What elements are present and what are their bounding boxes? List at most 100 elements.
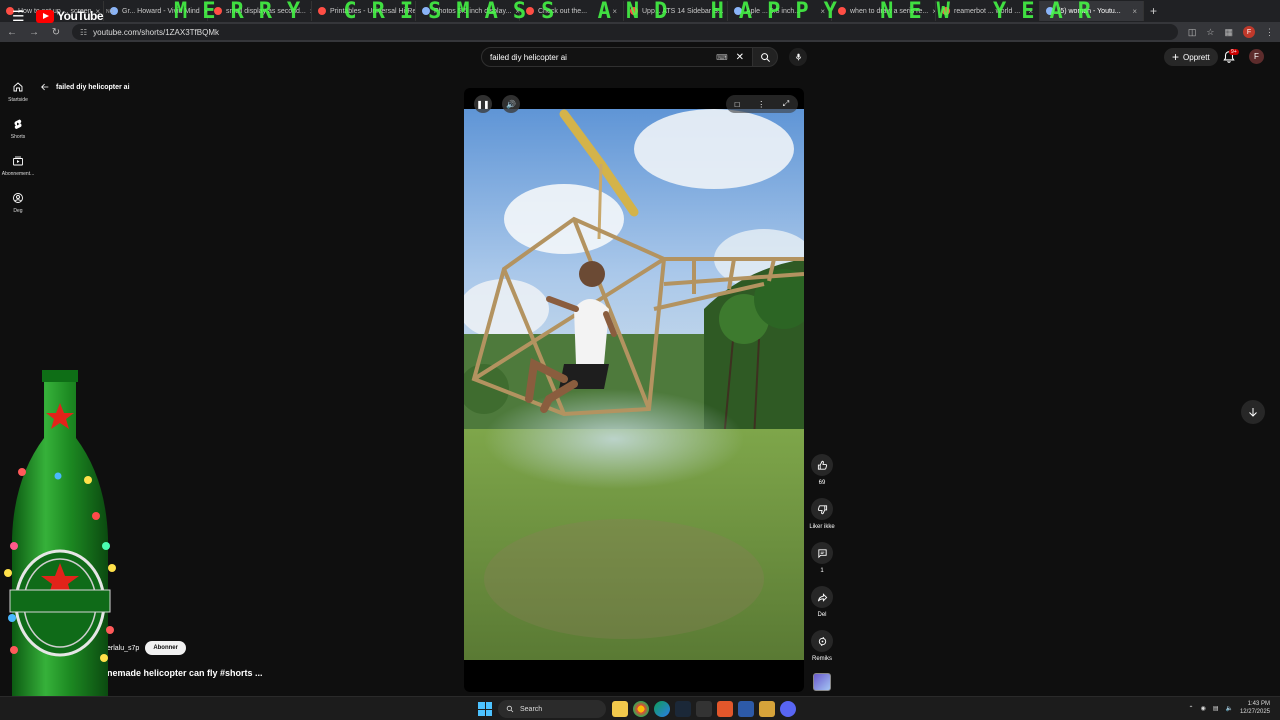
video-frame [464,109,804,660]
keyboard-icon[interactable]: ⌨ [716,53,728,62]
network-icon[interactable]: ▤ [1213,705,1219,712]
tab-close-icon[interactable]: × [1028,7,1033,16]
search-icon [506,705,514,713]
edge-icon[interactable] [654,701,670,717]
pause-icon: ❚❚ [476,99,490,109]
tab-title: Upp... ATS 14 Sidebar S... [642,7,724,15]
beer-bottle-sticker [4,370,116,710]
comment-count: 1 [820,568,824,574]
back-to-search[interactable]: failed diy helicopter ai [40,82,130,92]
tab-title: Check out the... [538,7,588,15]
sidebar-item-home[interactable]: Startside [0,78,36,115]
browser-tabstrip: How to set up ... screen × Gr... Howard - … [0,0,1280,22]
next-short-button[interactable] [1241,400,1265,424]
forward-arrow-icon[interactable]: → [28,27,40,38]
tab-title: Photos 5.5 inch display... [434,7,512,15]
subscribe-button[interactable]: Abonner [145,641,186,655]
youtube-logo[interactable]: YouTube NO [36,9,114,23]
tab-close-icon[interactable]: × [820,7,825,16]
tab-favicon-icon [838,7,846,15]
browser-tab[interactable]: small display as second...× [208,1,312,21]
back-arrow-icon[interactable]: ← [6,27,18,38]
browser-tab[interactable]: (5) woman - Youtu... × [1040,1,1144,21]
audio-thumbnail[interactable] [813,673,831,691]
browser-menu-icon[interactable]: ⋮ [1265,27,1274,38]
sidebar-item-label: Startside [8,97,28,103]
taskbar-clock[interactable]: 1:43 PM 12/27/2025 [1240,700,1270,716]
remix-label: Remiks [811,656,832,662]
sidebar-item-subscriptions[interactable]: Abonnement... [0,152,36,189]
thumbs-up-icon [817,460,827,470]
new-tab-icon[interactable]: + [1144,4,1163,18]
browser-tab[interactable]: Photos 5.5 inch display... × [416,1,520,21]
tab-favicon-icon [1046,7,1054,15]
subscriptions-icon [13,156,23,166]
menu-icon[interactable]: ☰ [12,8,25,25]
search-button[interactable] [752,47,778,67]
app-pen-icon[interactable] [759,701,775,717]
player-top-right-controls: □ ⋮ ⤢ [726,95,798,113]
extensions-icon[interactable]: ▦ [1224,27,1233,38]
url-text: youtube.com/shorts/1ZAX3TfBQMk [93,27,219,37]
browser-tab[interactable]: Printables - Universal Hi-Res× [312,1,416,21]
search-query: failed diy helicopter ai [490,52,567,62]
reload-icon[interactable]: ↻ [50,27,62,38]
tray-app-icon[interactable]: ◉ [1201,705,1206,712]
you-icon [13,193,23,203]
tab-favicon-icon [214,7,222,15]
url-field[interactable]: ☷ youtube.com/shorts/1ZAX3TfBQMk [72,24,1178,40]
plus-icon: + [1172,50,1180,64]
site-info-icon[interactable]: ☷ [80,28,87,37]
browser-tab[interactable]: Check out the... × [520,1,624,21]
shorts-player[interactable]: ❚❚ 🔊 □ ⋮ ⤢ [464,88,804,692]
tab-close-icon[interactable]: × [612,7,617,16]
clock-date: 12/27/2025 [1239,709,1270,715]
like-count: 69 [818,480,826,486]
browser-tab[interactable]: Aple ... 5.5 inch... × [728,1,832,21]
sidebar-item-shorts[interactable]: Shorts [0,115,36,152]
pause-button[interactable]: ❚❚ [474,95,492,113]
browser-tab[interactable]: Gr... Howard - Vivid Mind × [104,1,208,21]
create-button[interactable]: + Opprett [1164,48,1218,66]
app-orange-icon[interactable] [717,701,733,717]
fullscreen-icon[interactable]: ⤢ [783,99,789,109]
tab-close-icon[interactable]: × [1132,7,1137,16]
share-icon [817,592,827,602]
like-button[interactable]: 69 [807,454,837,498]
short-title[interactable]: nemade helicopter can fly #shorts ... [107,668,263,678]
browser-tab[interactable]: reamerbot ... world ... × [936,1,1040,21]
clear-search-icon[interactable]: ✕ [736,52,744,63]
comment-icon [817,548,827,558]
steam-icon[interactable] [675,701,691,717]
dislike-button[interactable]: Liker ikke [807,498,837,542]
search-input[interactable]: failed diy helicopter ai ⌨ ✕ [481,47,753,67]
tab-favicon-icon [734,7,742,15]
tab-title: (5) woman - Youtu... [1058,7,1121,15]
discord-icon[interactable] [780,701,796,717]
terminal-icon[interactable] [696,701,712,717]
chrome-icon[interactable] [633,701,649,717]
voice-search-button[interactable] [789,48,807,66]
taskbar-search[interactable]: Search [498,700,606,718]
share-button[interactable]: Del [807,586,837,630]
install-icon[interactable]: ◫ [1188,27,1197,38]
browser-tab[interactable]: when to draw a seris re...× [832,1,936,21]
account-avatar[interactable]: F [1249,49,1264,64]
app-blue-icon[interactable] [738,701,754,717]
browser-tab[interactable]: Upp... ATS 14 Sidebar S...× [624,1,728,21]
remix-button[interactable]: Remiks [807,630,837,674]
sidebar-item-you[interactable]: Deg [0,189,36,226]
speaker-icon[interactable]: 🔈 [1225,705,1232,712]
notification-count-badge: 9+ [1229,49,1239,55]
tray-chevron-icon[interactable]: ⌃ [1189,705,1194,712]
more-options-icon[interactable]: ⋮ [757,100,765,109]
tab-title: Printables - Universal Hi-Res [330,7,416,15]
bookmark-star-icon[interactable]: ☆ [1206,27,1214,38]
browser-profile-icon[interactable]: F [1243,26,1255,38]
windows-start-icon[interactable] [478,702,492,716]
comments-button[interactable]: 1 [807,542,837,586]
captions-icon[interactable]: □ [735,100,740,109]
file-explorer-icon[interactable] [612,701,628,717]
volume-button[interactable]: 🔊 [502,95,520,113]
thumbs-down-icon [817,504,827,514]
